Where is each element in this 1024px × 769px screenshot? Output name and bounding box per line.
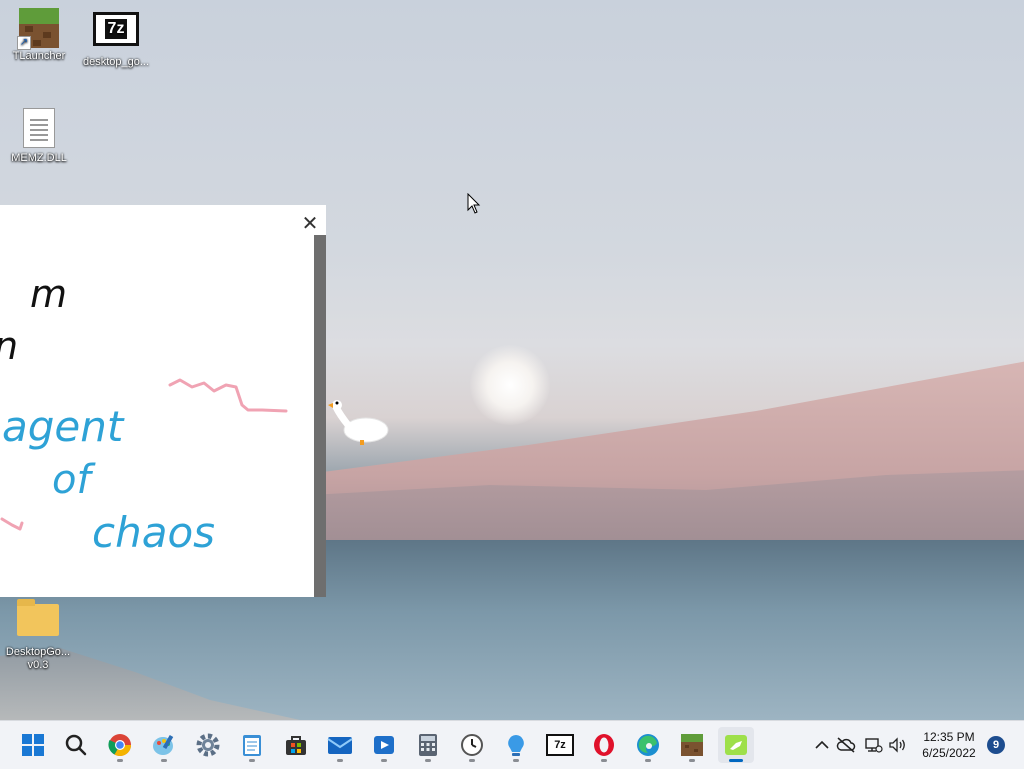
notification-badge[interactable]: 9 bbox=[987, 736, 1005, 754]
goose-notepad-window: ✕ m n agent of chaos bbox=[0, 205, 326, 597]
start-button[interactable] bbox=[15, 727, 51, 763]
taskbar-paint[interactable] bbox=[146, 727, 182, 763]
taskbar-minecraft[interactable] bbox=[674, 727, 710, 763]
desktop-icon-desktop-go[interactable]: 7z desktop_go... bbox=[79, 12, 153, 69]
desktop-goose-icon bbox=[725, 735, 747, 755]
desktop: ↗ TLauncher 7z desktop_go... MEMZ.DLL De… bbox=[0, 0, 1024, 720]
handwriting-n: n bbox=[0, 324, 18, 368]
search-icon bbox=[65, 734, 87, 756]
taskbar-edge[interactable] bbox=[630, 727, 666, 763]
sun bbox=[470, 345, 550, 425]
taskbar-clock-display[interactable]: 12:35 PM 6/25/2022 bbox=[913, 729, 985, 761]
taskbar-store[interactable] bbox=[278, 727, 314, 763]
desktop-icon-desktopgoose-folder[interactable]: DesktopGo... v0.3 bbox=[1, 599, 75, 672]
mouse-cursor-icon bbox=[467, 193, 481, 214]
7zip-icon: 7z bbox=[546, 734, 574, 756]
edge-icon bbox=[637, 734, 659, 756]
desktop-icon-memz-dll[interactable]: MEMZ.DLL bbox=[2, 108, 76, 165]
desktop-icon-label: DesktopGo... v0.3 bbox=[5, 646, 71, 671]
taskbar-desktop-goose[interactable] bbox=[718, 727, 754, 763]
store-icon bbox=[286, 736, 306, 755]
taskbar-chrome[interactable] bbox=[102, 727, 138, 763]
mail-icon bbox=[327, 737, 353, 754]
taskbar: 7z 12:35 PM 6/25/2022 9 bbox=[0, 720, 1024, 769]
taskbar-clock[interactable] bbox=[454, 727, 490, 763]
7zip-archive-icon: 7z bbox=[93, 12, 139, 46]
handwritten-drawing: m n agent of chaos bbox=[0, 272, 288, 557]
scrollbar[interactable] bbox=[314, 235, 326, 597]
clock-icon bbox=[461, 734, 483, 756]
desktop-icon-label: MEMZ.DLL bbox=[11, 152, 67, 164]
volume-icon[interactable] bbox=[888, 735, 908, 755]
taskbar-settings[interactable] bbox=[190, 727, 226, 763]
handwriting-chaos: chaos bbox=[92, 508, 215, 557]
clock-time: 12:35 PM bbox=[923, 730, 975, 744]
chrome-icon bbox=[108, 734, 131, 756]
handwriting-agent: agent bbox=[2, 402, 125, 451]
handwriting-m: m bbox=[30, 272, 67, 316]
paint-icon bbox=[153, 734, 174, 755]
notepad-icon bbox=[243, 735, 261, 756]
start-icon bbox=[22, 734, 44, 756]
taskbar-notepad[interactable] bbox=[234, 727, 270, 763]
show-hidden-icons-chevron-icon[interactable] bbox=[812, 735, 832, 755]
folder-icon bbox=[17, 599, 59, 636]
desktop-icon-tlauncher[interactable]: ↗ TLauncher bbox=[2, 8, 76, 63]
desktop-icon-label: TLauncher bbox=[12, 50, 66, 62]
media-player-icon bbox=[374, 736, 394, 754]
taskbar-calculator[interactable] bbox=[410, 727, 446, 763]
tips-icon bbox=[508, 735, 524, 756]
file-icon bbox=[23, 108, 55, 148]
handwriting-of: of bbox=[52, 457, 96, 503]
shortcut-arrow-icon: ↗ bbox=[17, 36, 31, 50]
taskbar-opera[interactable] bbox=[586, 727, 622, 763]
calculator-icon bbox=[419, 734, 437, 756]
opera-icon bbox=[594, 734, 614, 756]
clock-date: 6/25/2022 bbox=[922, 746, 976, 760]
taskbar-media-player[interactable] bbox=[366, 727, 402, 763]
taskbar-tips[interactable] bbox=[498, 727, 534, 763]
minecraft-icon bbox=[681, 734, 703, 756]
taskbar-mail[interactable] bbox=[322, 727, 358, 763]
desktop-icon-label: desktop_go... bbox=[82, 56, 150, 68]
network-icon[interactable] bbox=[863, 735, 883, 755]
goose-icon bbox=[328, 400, 389, 445]
search-button[interactable] bbox=[58, 727, 94, 763]
onedrive-offline-icon[interactable] bbox=[836, 735, 856, 755]
settings-icon bbox=[196, 733, 220, 757]
taskbar-7zip[interactable]: 7z bbox=[542, 727, 578, 763]
